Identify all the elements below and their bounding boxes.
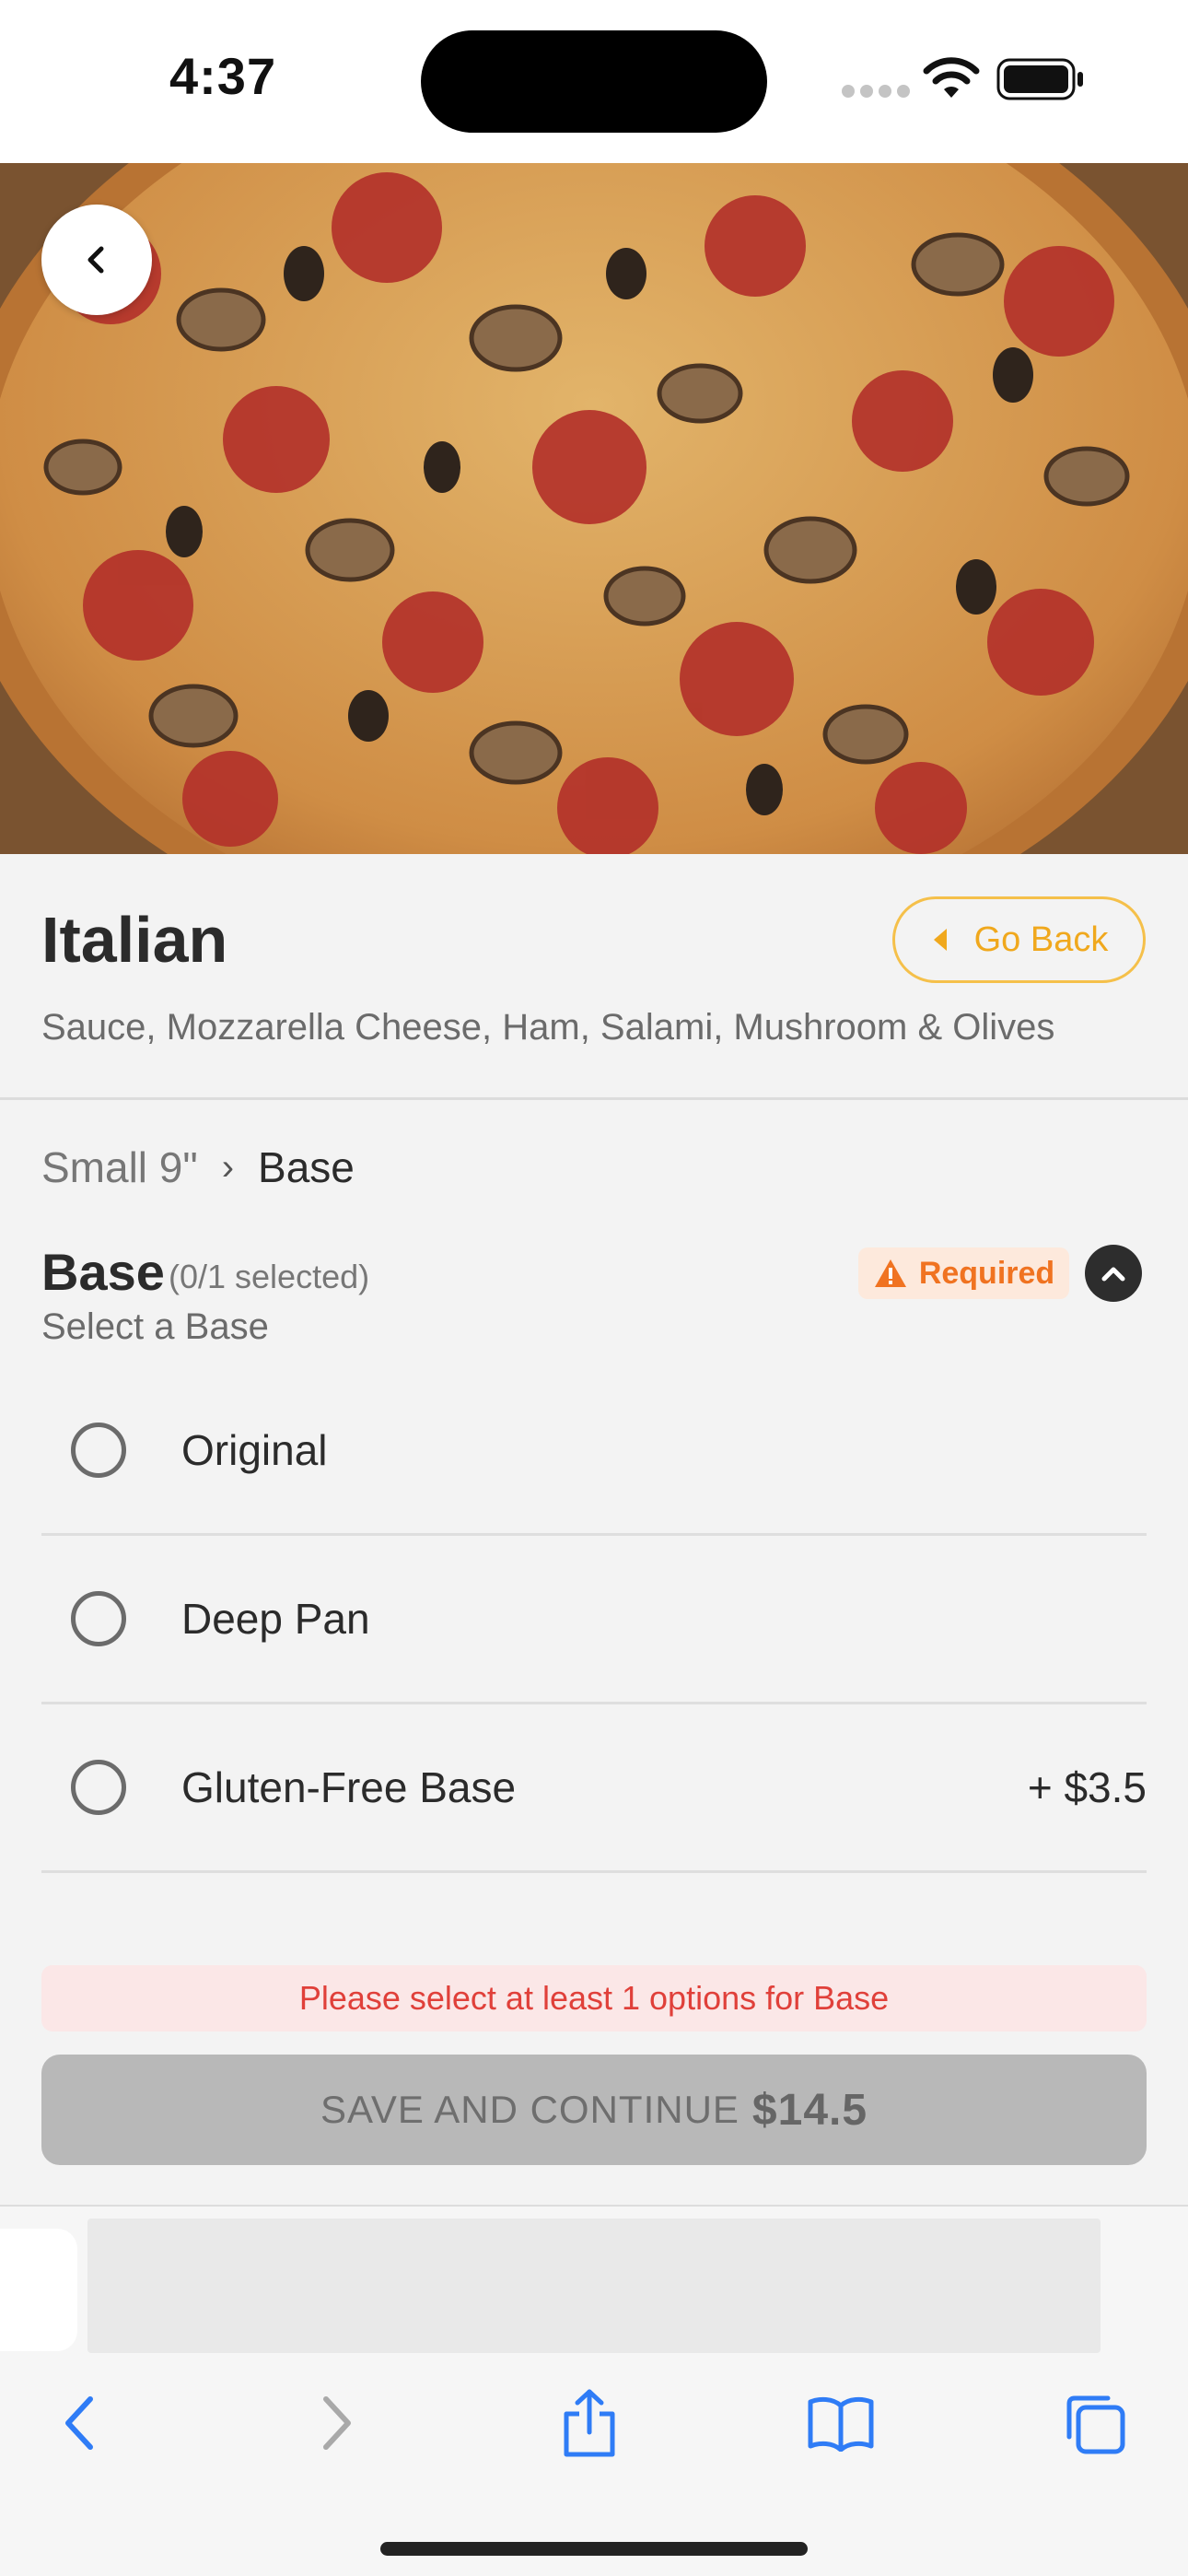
- collapse-section-button[interactable]: [1085, 1245, 1142, 1302]
- tabs-button[interactable]: [1057, 2386, 1131, 2460]
- go-back-label: Go Back: [973, 919, 1109, 959]
- radio-button[interactable]: [71, 1591, 126, 1646]
- divider: [0, 1097, 1188, 1100]
- hero-back-button[interactable]: [41, 205, 152, 315]
- option-label: Gluten-Free Base: [181, 1763, 517, 1811]
- option-deep-pan[interactable]: Deep Pan: [41, 1536, 1147, 1704]
- validation-error: Please select at least 1 options for Bas…: [41, 1965, 1147, 2032]
- cellular-signal-icon: [842, 85, 910, 98]
- selection-count: (0/1 selected): [169, 1258, 370, 1295]
- product-description: Sauce, Mozzarella Cheese, Ham, Salami, M…: [41, 1007, 1055, 1048]
- breadcrumb: Small 9" › Base: [41, 1142, 355, 1192]
- required-label: Required: [918, 1255, 1055, 1291]
- breadcrumb-parent[interactable]: Small 9": [41, 1142, 198, 1192]
- chevron-up-icon: [1101, 1267, 1125, 1282]
- go-back-button[interactable]: Go Back: [892, 896, 1146, 983]
- status-time: 4:37: [169, 47, 277, 105]
- option-label: Deep Pan: [181, 1595, 370, 1643]
- product-image: [0, 163, 1188, 854]
- dynamic-island: [421, 30, 767, 133]
- radio-button[interactable]: [71, 1760, 126, 1815]
- book-icon: [808, 2396, 874, 2452]
- share-icon: [564, 2389, 615, 2457]
- option-price: + $3.5: [1027, 1763, 1147, 1811]
- breadcrumb-current: Base: [258, 1143, 355, 1191]
- section-subtitle: Select a Base: [41, 1306, 269, 1347]
- browser-back-button[interactable]: [42, 2386, 116, 2460]
- chevron-left-icon: [87, 246, 104, 274]
- battery-icon: [996, 58, 1083, 100]
- warning-icon: [874, 1259, 906, 1287]
- share-button[interactable]: [553, 2386, 626, 2460]
- home-indicator: [380, 2542, 808, 2556]
- breadcrumb-separator: ›: [221, 1146, 235, 1188]
- cta-price: $14.5: [751, 2085, 868, 2135]
- option-gluten-free-base[interactable]: Gluten-Free Base + $3.5: [41, 1704, 1147, 1873]
- chevron-right-icon: [323, 2396, 351, 2450]
- tabs-icon: [1066, 2395, 1125, 2454]
- product-title: Italian: [41, 904, 228, 976]
- browser-forward-button[interactable]: [300, 2386, 374, 2460]
- section-title: Base: [41, 1243, 165, 1301]
- caret-left-icon: [933, 929, 947, 951]
- save-and-continue-button[interactable]: SAVE AND CONTINUE $14.5: [41, 2055, 1147, 2165]
- tab-preview[interactable]: [0, 2229, 77, 2351]
- option-original[interactable]: Original: [41, 1367, 1147, 1536]
- cta-label: SAVE AND CONTINUE: [320, 2088, 740, 2131]
- address-bar[interactable]: [87, 2219, 1101, 2353]
- bookmarks-button[interactable]: [804, 2386, 878, 2460]
- status-bar: 4:37: [0, 0, 1188, 163]
- required-badge: Required: [858, 1247, 1069, 1299]
- option-label: Original: [181, 1426, 328, 1474]
- chevron-left-icon: [65, 2396, 93, 2450]
- wifi-icon: [923, 57, 980, 98]
- radio-button[interactable]: [71, 1423, 126, 1478]
